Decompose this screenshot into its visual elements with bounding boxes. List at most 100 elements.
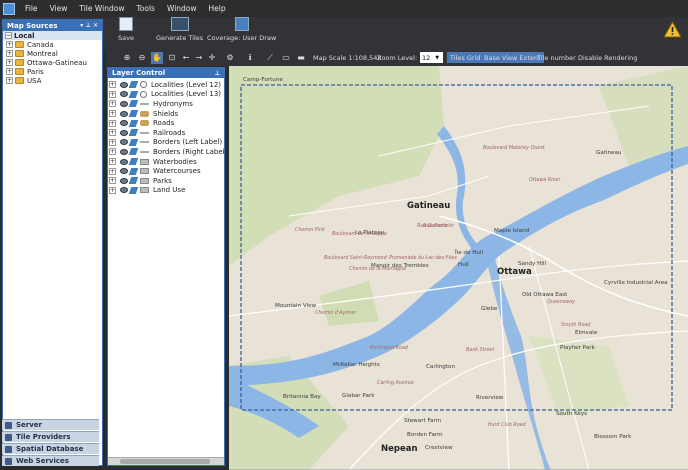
menu-tools[interactable]: Tools (130, 4, 160, 13)
edit-pencil-icon[interactable] (128, 177, 139, 185)
expand-icon[interactable]: + (6, 50, 13, 57)
layer-row[interactable]: + Watercourses (108, 166, 224, 176)
clear-draw-icon[interactable]: ▬ (295, 52, 307, 64)
layer-row[interactable]: + Shields (108, 109, 224, 119)
zoom-level-label: Zoom Level: (377, 53, 418, 62)
draw-line-icon[interactable]: ⟋ (264, 52, 276, 64)
edit-pencil-icon[interactable] (128, 119, 139, 127)
base-view-extent-toggle[interactable]: Base View Extent (481, 52, 544, 63)
eye-icon[interactable] (120, 187, 128, 194)
local-group[interactable]: − Local (3, 31, 102, 40)
edit-pencil-icon[interactable] (128, 158, 139, 166)
expand-icon[interactable]: + (109, 158, 116, 166)
info-icon[interactable]: ℹ (244, 52, 256, 64)
spatial-database-tab[interactable]: Spatial Database (2, 443, 99, 454)
layer-row[interactable]: + Borders (Right Label) (108, 147, 227, 157)
layer-row[interactable]: + Railroads (108, 128, 224, 138)
expand-icon[interactable]: + (6, 77, 13, 84)
edit-pencil-icon[interactable] (128, 148, 139, 156)
layer-row[interactable]: + Waterbodies (108, 157, 224, 167)
eye-icon[interactable] (120, 148, 128, 155)
expand-icon[interactable]: + (6, 68, 13, 75)
warning-icon[interactable] (663, 20, 682, 38)
zoom-extent-icon[interactable]: ⊡ (166, 52, 178, 64)
layer-row[interactable]: + Land Use (108, 186, 224, 196)
eye-icon[interactable] (120, 139, 128, 146)
draw-rect-icon[interactable]: ▭ (280, 52, 292, 64)
map-source-item[interactable]: + Paris (3, 67, 102, 76)
layer-row[interactable]: + Hydronyms (108, 99, 224, 109)
tile-providers-tab[interactable]: Tile Providers (2, 431, 99, 442)
zoom-in-icon[interactable]: ⊕ (121, 52, 133, 64)
layer-row[interactable]: + Parks (108, 176, 224, 186)
forward-arrow-icon[interactable]: → (193, 52, 205, 64)
server-tab[interactable]: Server (2, 419, 99, 430)
eye-icon[interactable] (120, 158, 128, 165)
edit-pencil-icon[interactable] (128, 186, 139, 194)
generate-tiles-button[interactable]: Generate Tiles (156, 17, 203, 42)
layer-row[interactable]: + Borders (Left Label) (108, 138, 224, 148)
map-source-item[interactable]: + Ottawa-Gatineau (3, 58, 102, 67)
map-source-item[interactable]: + USA (3, 76, 102, 85)
edit-pencil-icon[interactable] (128, 90, 139, 98)
panel-menu-icon[interactable]: ▾ ⊥ ✕ (80, 22, 98, 29)
expand-icon[interactable]: + (109, 100, 116, 108)
zoom-out-icon[interactable]: ⊖ (136, 52, 148, 64)
collapse-icon[interactable]: − (5, 32, 12, 39)
eye-icon[interactable] (120, 81, 128, 88)
menu-window[interactable]: Window (161, 4, 203, 13)
eye-icon[interactable] (120, 120, 128, 127)
coverage-button[interactable]: Coverage: User Draw (207, 17, 276, 42)
edit-pencil-icon[interactable] (128, 100, 139, 108)
eye-icon[interactable] (120, 168, 128, 175)
back-arrow-icon[interactable]: ← (180, 52, 192, 64)
expand-icon[interactable]: + (109, 138, 116, 146)
folder-icon (15, 50, 24, 57)
scrollbar-thumb[interactable] (120, 459, 210, 464)
eye-icon[interactable] (120, 177, 128, 184)
expand-icon[interactable]: + (6, 59, 13, 66)
eye-icon[interactable] (120, 91, 128, 98)
expand-icon[interactable]: + (109, 148, 116, 156)
eye-icon[interactable] (120, 100, 128, 107)
map-label: Queensway (547, 300, 575, 305)
pan-hand-icon[interactable]: ✋ (151, 52, 163, 64)
menu-view[interactable]: View (44, 4, 74, 13)
menu-file[interactable]: File (19, 4, 44, 13)
zoom-level-select[interactable]: 12 ▼ (420, 52, 443, 63)
pin-icon[interactable]: ⊥ (215, 70, 220, 77)
edit-pencil-icon[interactable] (128, 167, 139, 175)
menu-tile-window[interactable]: Tile Window (73, 4, 130, 13)
expand-icon[interactable]: + (109, 119, 116, 127)
expand-icon[interactable]: + (109, 186, 116, 194)
tile-number-toggle[interactable]: Tile number (537, 52, 576, 63)
layer-row[interactable]: + Roads (108, 118, 224, 128)
tiles-grid-toggle[interactable]: Tiles Grid (447, 52, 484, 63)
eye-icon[interactable] (120, 110, 128, 117)
edit-pencil-icon[interactable] (128, 129, 139, 137)
layer-row[interactable]: + Localities (Level 13) (108, 90, 224, 100)
edit-pencil-icon[interactable] (128, 81, 139, 89)
save-button[interactable]: Save (118, 17, 134, 42)
map-canvas[interactable]: Gatineau Ottawa Camp-Fortune Le Plateau Île … (229, 66, 688, 470)
eye-icon[interactable] (120, 129, 128, 136)
expand-icon[interactable]: + (109, 177, 116, 185)
expand-icon[interactable]: + (6, 41, 13, 48)
web-services-tab[interactable]: Web Services (2, 455, 99, 466)
map-source-item[interactable]: + Canada (3, 40, 102, 49)
edit-pencil-icon[interactable] (128, 138, 139, 146)
edit-pencil-icon[interactable] (128, 110, 139, 118)
menu-help[interactable]: Help (203, 4, 232, 13)
expand-icon[interactable]: + (109, 81, 116, 89)
map-label: Boulevard Maloney Ouest (483, 146, 545, 151)
expand-icon[interactable]: + (109, 167, 116, 175)
expand-icon[interactable]: + (109, 90, 116, 98)
settings-gear-icon[interactable]: ⚙ (224, 52, 236, 64)
expand-icon[interactable]: + (109, 129, 116, 137)
crosshair-icon[interactable]: ✛ (206, 52, 218, 64)
expand-icon[interactable]: + (109, 110, 116, 118)
layer-row[interactable]: + Localities (Level 12) (108, 80, 224, 90)
map-source-item[interactable]: + Montreal (3, 49, 102, 58)
disable-rendering-toggle[interactable]: Disable Rendering (578, 52, 637, 63)
horizontal-scrollbar[interactable] (108, 457, 224, 465)
